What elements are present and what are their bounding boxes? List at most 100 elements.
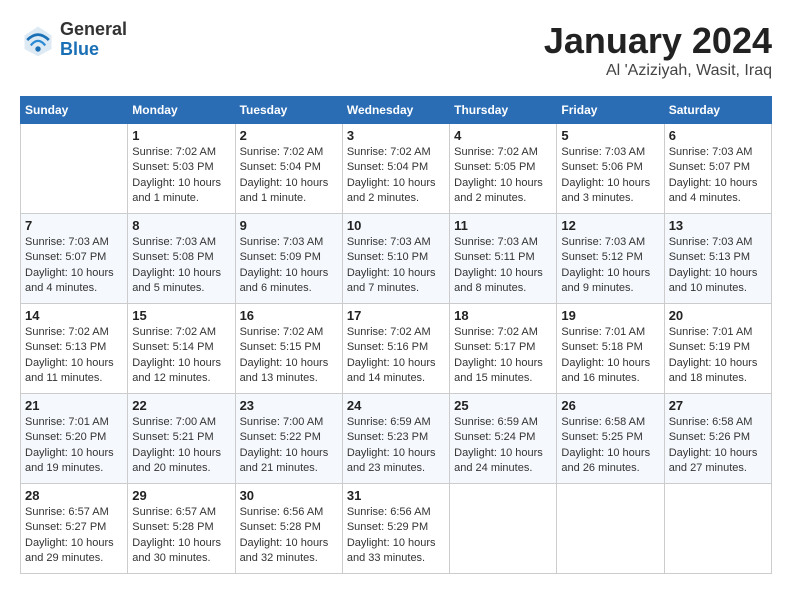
title-block: January 2024 Al 'Aziziyah, Wasit, Iraq (544, 20, 772, 80)
sunset-text: Sunset: 5:28 PM (240, 520, 338, 535)
sunrise-text: Sunrise: 7:03 AM (454, 235, 552, 250)
sunrise-text: Sunrise: 7:02 AM (454, 325, 552, 340)
calendar-week-row: 7 Sunrise: 7:03 AM Sunset: 5:07 PM Dayli… (21, 214, 772, 304)
sunrise-text: Sunrise: 7:02 AM (25, 325, 123, 340)
day-info: Sunrise: 7:03 AM Sunset: 5:09 PM Dayligh… (240, 235, 338, 297)
daylight-text: Daylight: 10 hours and 16 minutes. (561, 356, 659, 387)
day-info: Sunrise: 7:02 AM Sunset: 5:15 PM Dayligh… (240, 325, 338, 387)
sunset-text: Sunset: 5:05 PM (454, 160, 552, 175)
sunset-text: Sunset: 5:17 PM (454, 340, 552, 355)
calendar-cell: 25 Sunrise: 6:59 AM Sunset: 5:24 PM Dayl… (450, 394, 557, 484)
daylight-text: Daylight: 10 hours and 13 minutes. (240, 356, 338, 387)
sunrise-text: Sunrise: 6:57 AM (25, 505, 123, 520)
day-info: Sunrise: 6:58 AM Sunset: 5:25 PM Dayligh… (561, 415, 659, 477)
sunset-text: Sunset: 5:27 PM (25, 520, 123, 535)
daylight-text: Daylight: 10 hours and 14 minutes. (347, 356, 445, 387)
sunrise-text: Sunrise: 7:02 AM (132, 325, 230, 340)
calendar-cell: 30 Sunrise: 6:56 AM Sunset: 5:28 PM Dayl… (235, 484, 342, 574)
day-number: 11 (454, 218, 552, 233)
daylight-text: Daylight: 10 hours and 19 minutes. (25, 446, 123, 477)
day-number: 16 (240, 308, 338, 323)
sunrise-text: Sunrise: 6:59 AM (454, 415, 552, 430)
day-number: 30 (240, 488, 338, 503)
daylight-text: Daylight: 10 hours and 2 minutes. (347, 176, 445, 207)
calendar-week-row: 1 Sunrise: 7:02 AM Sunset: 5:03 PM Dayli… (21, 124, 772, 214)
sunset-text: Sunset: 5:15 PM (240, 340, 338, 355)
daylight-text: Daylight: 10 hours and 5 minutes. (132, 266, 230, 297)
sunset-text: Sunset: 5:16 PM (347, 340, 445, 355)
day-info: Sunrise: 6:57 AM Sunset: 5:27 PM Dayligh… (25, 505, 123, 567)
sunset-text: Sunset: 5:24 PM (454, 430, 552, 445)
sunrise-text: Sunrise: 7:03 AM (669, 145, 767, 160)
calendar-cell: 18 Sunrise: 7:02 AM Sunset: 5:17 PM Dayl… (450, 304, 557, 394)
column-header-tuesday: Tuesday (235, 97, 342, 124)
daylight-text: Daylight: 10 hours and 1 minute. (240, 176, 338, 207)
calendar-cell: 11 Sunrise: 7:03 AM Sunset: 5:11 PM Dayl… (450, 214, 557, 304)
day-number: 24 (347, 398, 445, 413)
day-number: 13 (669, 218, 767, 233)
day-number: 6 (669, 128, 767, 143)
calendar-cell: 1 Sunrise: 7:02 AM Sunset: 5:03 PM Dayli… (128, 124, 235, 214)
calendar-cell (557, 484, 664, 574)
day-info: Sunrise: 7:02 AM Sunset: 5:16 PM Dayligh… (347, 325, 445, 387)
sunset-text: Sunset: 5:09 PM (240, 250, 338, 265)
day-number: 20 (669, 308, 767, 323)
sunrise-text: Sunrise: 7:03 AM (347, 235, 445, 250)
calendar-cell: 3 Sunrise: 7:02 AM Sunset: 5:04 PM Dayli… (342, 124, 449, 214)
day-number: 1 (132, 128, 230, 143)
daylight-text: Daylight: 10 hours and 33 minutes. (347, 536, 445, 567)
sunrise-text: Sunrise: 7:01 AM (561, 325, 659, 340)
column-header-wednesday: Wednesday (342, 97, 449, 124)
day-number: 17 (347, 308, 445, 323)
calendar-cell: 6 Sunrise: 7:03 AM Sunset: 5:07 PM Dayli… (664, 124, 771, 214)
day-number: 25 (454, 398, 552, 413)
sunset-text: Sunset: 5:14 PM (132, 340, 230, 355)
day-info: Sunrise: 7:03 AM Sunset: 5:10 PM Dayligh… (347, 235, 445, 297)
logo: General Blue (20, 20, 127, 60)
calendar-cell: 9 Sunrise: 7:03 AM Sunset: 5:09 PM Dayli… (235, 214, 342, 304)
sunset-text: Sunset: 5:07 PM (25, 250, 123, 265)
calendar-cell: 26 Sunrise: 6:58 AM Sunset: 5:25 PM Dayl… (557, 394, 664, 484)
day-number: 22 (132, 398, 230, 413)
daylight-text: Daylight: 10 hours and 2 minutes. (454, 176, 552, 207)
sunset-text: Sunset: 5:04 PM (347, 160, 445, 175)
day-number: 12 (561, 218, 659, 233)
day-number: 28 (25, 488, 123, 503)
sunset-text: Sunset: 5:23 PM (347, 430, 445, 445)
day-number: 31 (347, 488, 445, 503)
day-info: Sunrise: 7:01 AM Sunset: 5:18 PM Dayligh… (561, 325, 659, 387)
daylight-text: Daylight: 10 hours and 4 minutes. (25, 266, 123, 297)
day-number: 27 (669, 398, 767, 413)
location-title: Al 'Aziziyah, Wasit, Iraq (544, 62, 772, 80)
sunrise-text: Sunrise: 7:03 AM (561, 235, 659, 250)
sunset-text: Sunset: 5:13 PM (669, 250, 767, 265)
day-number: 10 (347, 218, 445, 233)
sunrise-text: Sunrise: 7:03 AM (132, 235, 230, 250)
calendar-cell: 8 Sunrise: 7:03 AM Sunset: 5:08 PM Dayli… (128, 214, 235, 304)
calendar-cell: 16 Sunrise: 7:02 AM Sunset: 5:15 PM Dayl… (235, 304, 342, 394)
daylight-text: Daylight: 10 hours and 26 minutes. (561, 446, 659, 477)
calendar-table: SundayMondayTuesdayWednesdayThursdayFrid… (20, 96, 772, 574)
daylight-text: Daylight: 10 hours and 10 minutes. (669, 266, 767, 297)
sunset-text: Sunset: 5:20 PM (25, 430, 123, 445)
column-header-monday: Monday (128, 97, 235, 124)
day-info: Sunrise: 7:03 AM Sunset: 5:11 PM Dayligh… (454, 235, 552, 297)
day-info: Sunrise: 6:58 AM Sunset: 5:26 PM Dayligh… (669, 415, 767, 477)
daylight-text: Daylight: 10 hours and 4 minutes. (669, 176, 767, 207)
sunset-text: Sunset: 5:22 PM (240, 430, 338, 445)
daylight-text: Daylight: 10 hours and 32 minutes. (240, 536, 338, 567)
day-number: 8 (132, 218, 230, 233)
day-number: 9 (240, 218, 338, 233)
daylight-text: Daylight: 10 hours and 23 minutes. (347, 446, 445, 477)
sunset-text: Sunset: 5:08 PM (132, 250, 230, 265)
day-info: Sunrise: 7:03 AM Sunset: 5:12 PM Dayligh… (561, 235, 659, 297)
sunset-text: Sunset: 5:06 PM (561, 160, 659, 175)
daylight-text: Daylight: 10 hours and 6 minutes. (240, 266, 338, 297)
day-info: Sunrise: 7:01 AM Sunset: 5:19 PM Dayligh… (669, 325, 767, 387)
month-title: January 2024 (544, 20, 772, 62)
sunset-text: Sunset: 5:13 PM (25, 340, 123, 355)
sunrise-text: Sunrise: 7:01 AM (669, 325, 767, 340)
day-info: Sunrise: 6:59 AM Sunset: 5:24 PM Dayligh… (454, 415, 552, 477)
day-info: Sunrise: 7:03 AM Sunset: 5:13 PM Dayligh… (669, 235, 767, 297)
sunrise-text: Sunrise: 7:01 AM (25, 415, 123, 430)
